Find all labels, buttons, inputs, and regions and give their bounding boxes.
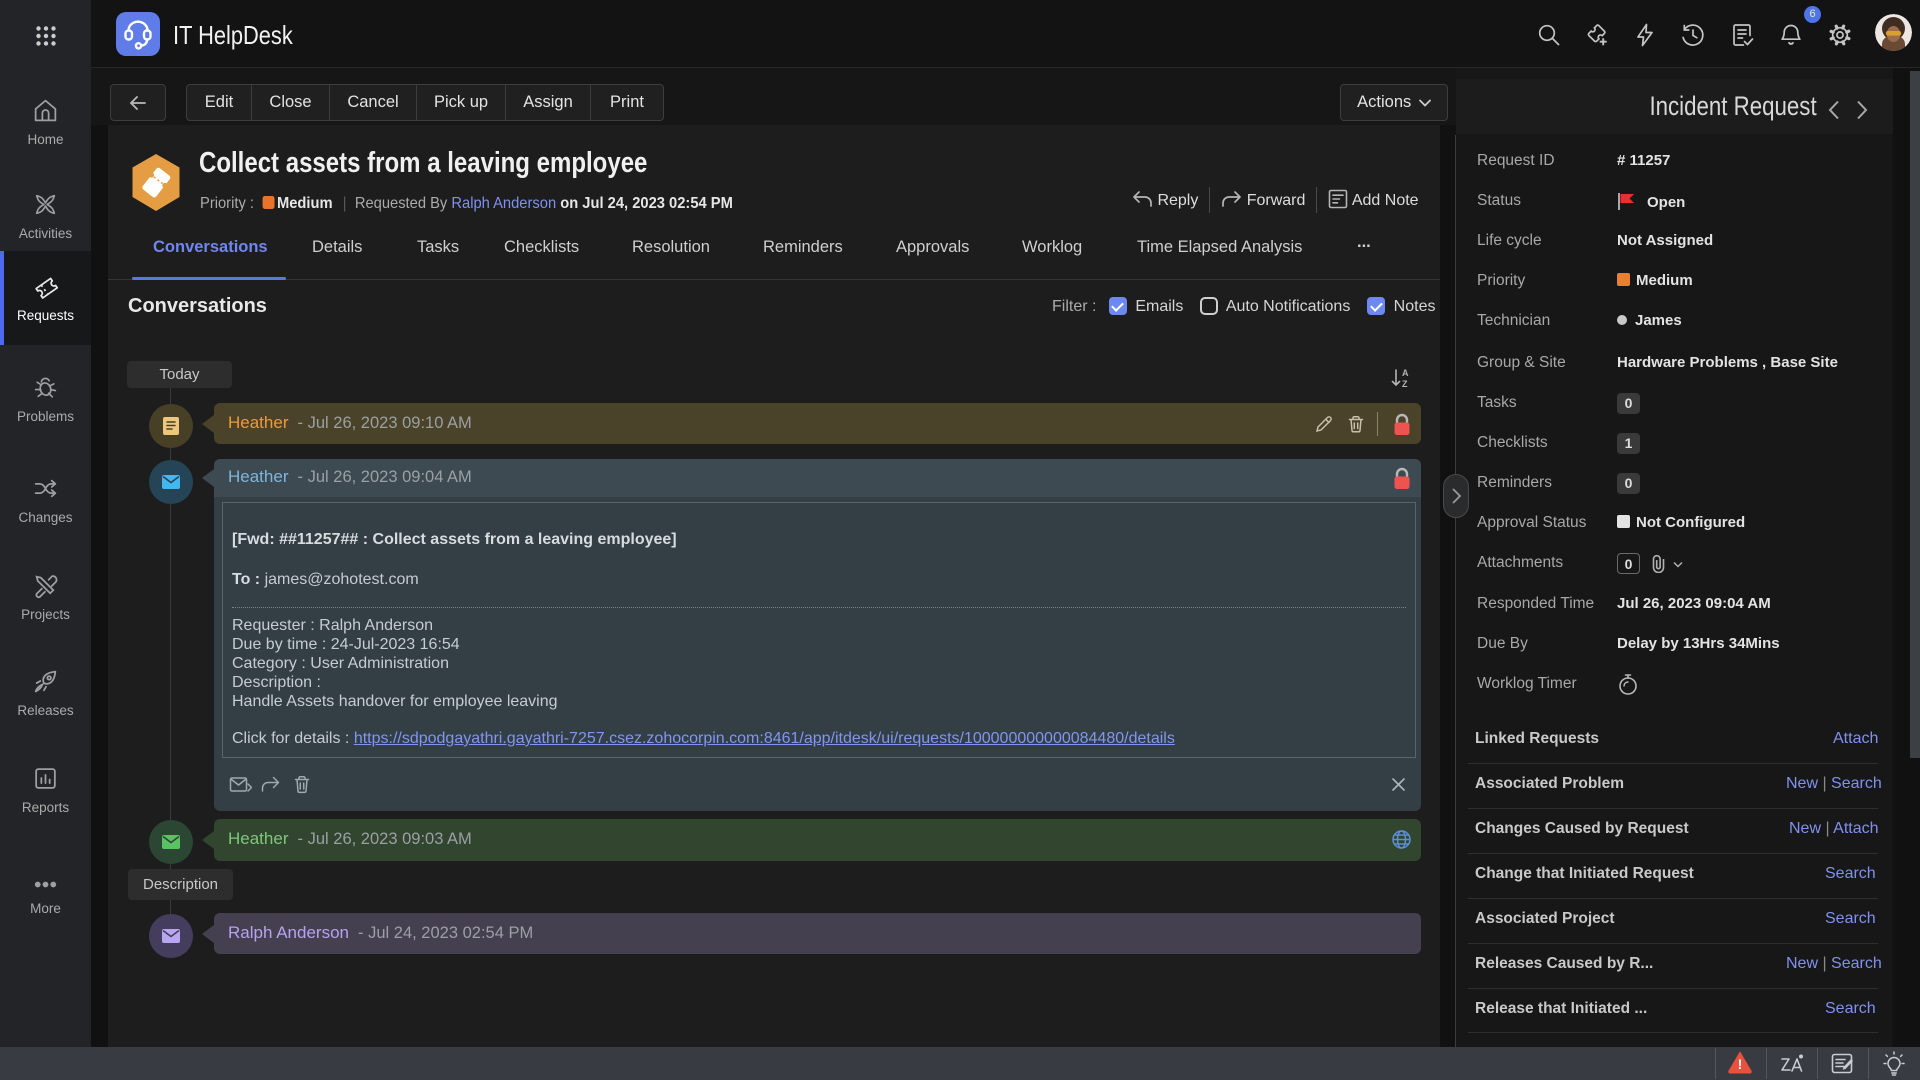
svg-text:A: A: [1402, 368, 1409, 378]
svg-text:!: !: [1738, 1056, 1743, 1072]
svg-text:Z: Z: [1402, 379, 1408, 389]
